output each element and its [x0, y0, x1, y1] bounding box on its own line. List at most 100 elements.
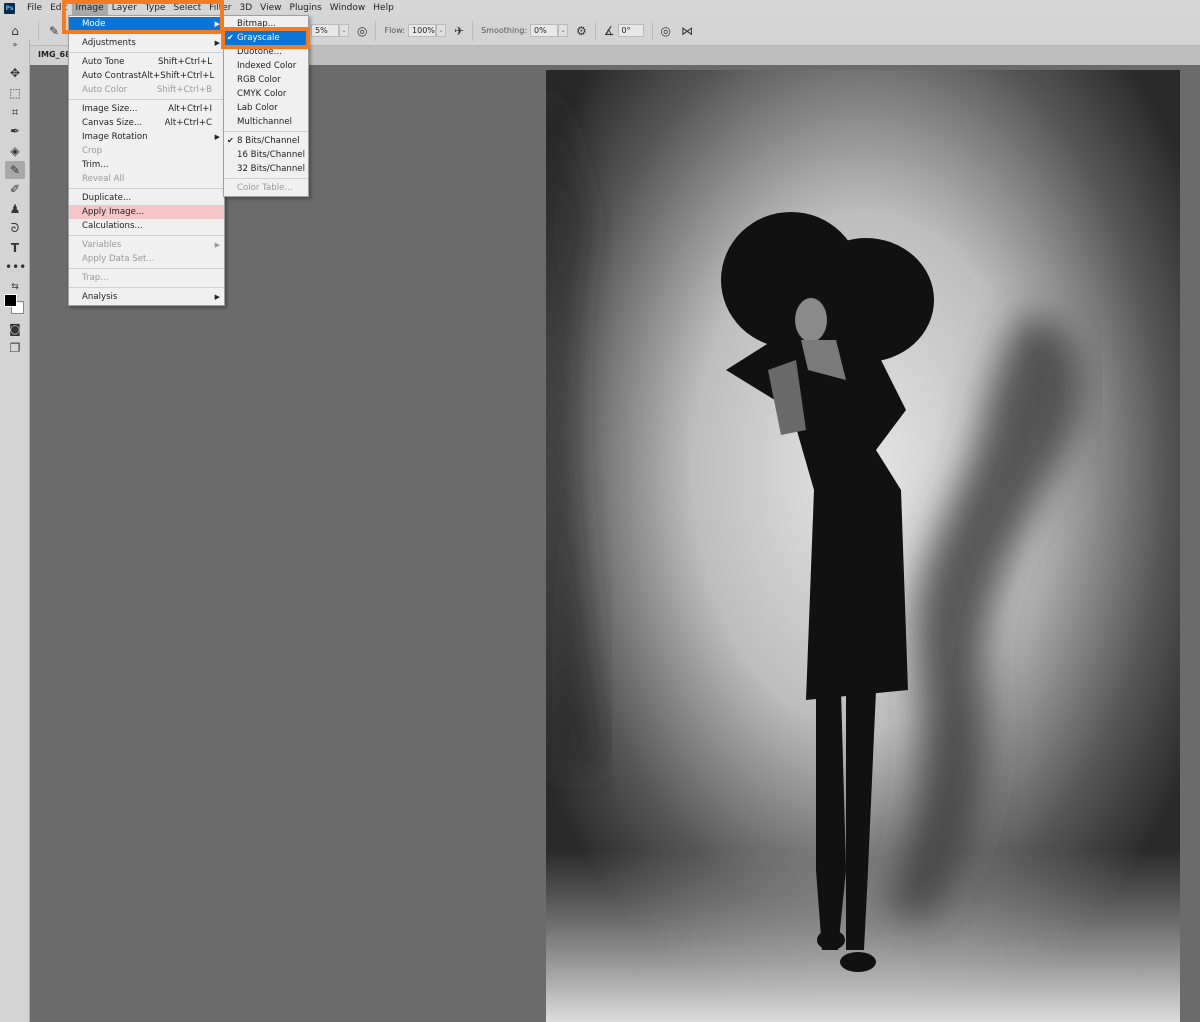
menu-item-16-bits-channel[interactable]: 16 Bits/Channel: [224, 148, 308, 162]
flow-label: Flow:: [384, 26, 406, 35]
menu-item-label: Canvas Size...: [82, 118, 143, 128]
menu-view[interactable]: View: [256, 0, 285, 16]
menu-item-label: Multichannel: [237, 117, 293, 127]
move-tool-icon[interactable]: ✥: [5, 64, 25, 82]
menu-item-lab-color[interactable]: Lab Color: [224, 101, 308, 115]
menu-item-label: Variables: [82, 240, 122, 250]
type-tool-icon[interactable]: T: [5, 239, 25, 257]
menu-item-calculations[interactable]: Calculations...: [69, 219, 224, 233]
menu-item-apply-image[interactable]: Apply Image...: [69, 205, 224, 219]
marquee-tool-icon[interactable]: ⬚: [5, 84, 25, 102]
more-tools-icon[interactable]: •••: [5, 258, 26, 276]
crop-tool-icon[interactable]: ⌗: [5, 103, 25, 121]
menu-plugins[interactable]: Plugins: [286, 0, 326, 16]
menu-item-label: Auto Color: [82, 85, 128, 95]
menu-item-auto-color[interactable]: Auto Color Shift+Ctrl+B: [69, 83, 224, 97]
history-brush-tool-icon[interactable]: ✐: [5, 180, 25, 198]
menu-item-label: Indexed Color: [237, 61, 297, 71]
menu-item-indexed-color[interactable]: Indexed Color: [224, 59, 308, 73]
menu-item-canvas-size[interactable]: Canvas Size... Alt+Ctrl+C: [69, 116, 224, 130]
brush-tool-icon[interactable]: ✎: [5, 161, 25, 179]
menu-item-cmyk-color[interactable]: CMYK Color: [224, 87, 308, 101]
menu-item-crop[interactable]: Crop: [69, 144, 224, 158]
menu-item-apply-data-set[interactable]: Apply Data Set...: [69, 252, 224, 266]
image-menu-dropdown: Mode ▶ Adjustments ▶ Auto Tone Shift+Ctrl+L Au…: [68, 15, 225, 306]
smoothing-field[interactable]: 0%: [530, 24, 559, 37]
healing-tool-icon[interactable]: ◈: [5, 142, 25, 160]
submenu-arrow-icon: ▶: [214, 241, 220, 249]
submenu-arrow-icon: ▶: [214, 39, 220, 47]
menu-item-label: CMYK Color: [237, 89, 287, 99]
menu-item-8-bits-channel[interactable]: ✔ 8 Bits/Channel: [224, 134, 308, 148]
menu-item-label: Trap...: [82, 273, 109, 283]
menu-3d[interactable]: 3D: [236, 0, 257, 16]
menu-item-label: Auto Tone: [82, 57, 125, 67]
submenu-arrow-icon: ▶: [214, 133, 220, 141]
menu-item-trap[interactable]: Trap...: [69, 271, 224, 285]
menu-item-label: Auto Contrast: [82, 71, 142, 81]
tools-panel: » ✥ ⬚ ⌗ ✒ ◈ ✎ ✐ ♟ ᘐ T ••• ⇆ ◙ ❐: [0, 40, 30, 1022]
submenu-arrow-icon: ▶: [214, 293, 220, 301]
menu-item-color-table[interactable]: Color Table...: [224, 181, 308, 195]
menu-item-trim[interactable]: Trim...: [69, 158, 224, 172]
face: [795, 298, 827, 342]
airbrush-icon[interactable]: ✈: [454, 24, 464, 38]
menu-item-shortcut: Shift+Ctrl+B: [156, 85, 212, 95]
smoothing-label: Smoothing:: [481, 26, 528, 35]
checkmark-icon: ✔: [227, 136, 234, 145]
menu-item-label: Calculations...: [82, 221, 143, 231]
eyedropper-tool-icon[interactable]: ✒: [5, 122, 25, 140]
symmetry-icon[interactable]: ⋈: [681, 24, 693, 38]
collapse-icon[interactable]: »: [5, 40, 25, 50]
menu-item-label: Trim...: [82, 160, 109, 170]
menu-separator: [224, 131, 308, 132]
menu-window[interactable]: Window: [326, 0, 370, 16]
menu-item-analysis[interactable]: Analysis ▶: [69, 290, 224, 304]
menu-item-duplicate[interactable]: Duplicate...: [69, 191, 224, 205]
menu-item-32-bits-channel[interactable]: 32 Bits/Channel: [224, 162, 308, 176]
menu-help[interactable]: Help: [369, 0, 398, 16]
menu-item-variables[interactable]: Variables ▶: [69, 238, 224, 252]
menu-item-label: Lab Color: [237, 103, 278, 113]
annotation-highlight-image-mode: [62, 0, 224, 34]
menu-item-adjustments[interactable]: Adjustments ▶: [69, 36, 224, 50]
gear-icon[interactable]: ⚙: [576, 24, 587, 38]
menu-item-reveal-all[interactable]: Reveal All: [69, 172, 224, 186]
menu-item-label: 8 Bits/Channel: [237, 136, 300, 146]
brush-preset-icon[interactable]: ✎: [47, 24, 61, 38]
menu-item-rgb-color[interactable]: RGB Color: [224, 73, 308, 87]
menu-item-shortcut: Alt+Ctrl+C: [164, 118, 212, 128]
foreground-color-swatch[interactable]: [4, 294, 17, 307]
menu-item-shortcut: Shift+Ctrl+L: [157, 57, 212, 67]
divider: [38, 20, 39, 41]
menu-file[interactable]: File: [23, 0, 46, 16]
menu-separator: [69, 52, 224, 53]
smoothing-dropdown[interactable]: ⌄: [558, 24, 569, 37]
menu-item-label: Apply Image...: [82, 207, 145, 217]
flow-dropdown[interactable]: ⌄: [436, 24, 447, 37]
menu-separator: [69, 287, 224, 288]
angle-field[interactable]: 0°: [617, 24, 644, 37]
flow-field[interactable]: 100%: [408, 24, 437, 37]
menu-item-auto-contrast[interactable]: Auto Contrast Alt+Shift+Ctrl+L: [69, 69, 224, 83]
menu-item-label: Image Rotation: [82, 132, 148, 142]
quick-mask-icon[interactable]: ◙: [5, 320, 25, 338]
pressure-opacity-icon[interactable]: ◎: [357, 24, 367, 38]
menu-item-image-size[interactable]: Image Size... Alt+Ctrl+I: [69, 102, 224, 116]
lasso-tool-icon[interactable]: ᘐ: [5, 219, 25, 237]
opacity-field[interactable]: 5%: [311, 24, 339, 37]
menu-separator: [69, 99, 224, 100]
pressure-size-icon[interactable]: ◎: [661, 24, 671, 38]
screen-mode-icon[interactable]: ❐: [5, 339, 25, 357]
annotation-highlight-grayscale: [221, 27, 310, 49]
menu-item-multichannel[interactable]: Multichannel: [224, 115, 308, 129]
opacity-dropdown[interactable]: ⌄: [339, 24, 349, 37]
menu-item-image-rotation[interactable]: Image Rotation ▶: [69, 130, 224, 144]
menu-item-label: Crop: [82, 146, 103, 156]
menu-item-label: Color Table...: [237, 183, 293, 193]
stamp-tool-icon[interactable]: ♟: [5, 200, 25, 218]
menu-separator: [69, 188, 224, 189]
menu-separator: [69, 235, 224, 236]
menu-item-auto-tone[interactable]: Auto Tone Shift+Ctrl+L: [69, 55, 224, 69]
home-icon[interactable]: ⌂: [0, 24, 30, 38]
